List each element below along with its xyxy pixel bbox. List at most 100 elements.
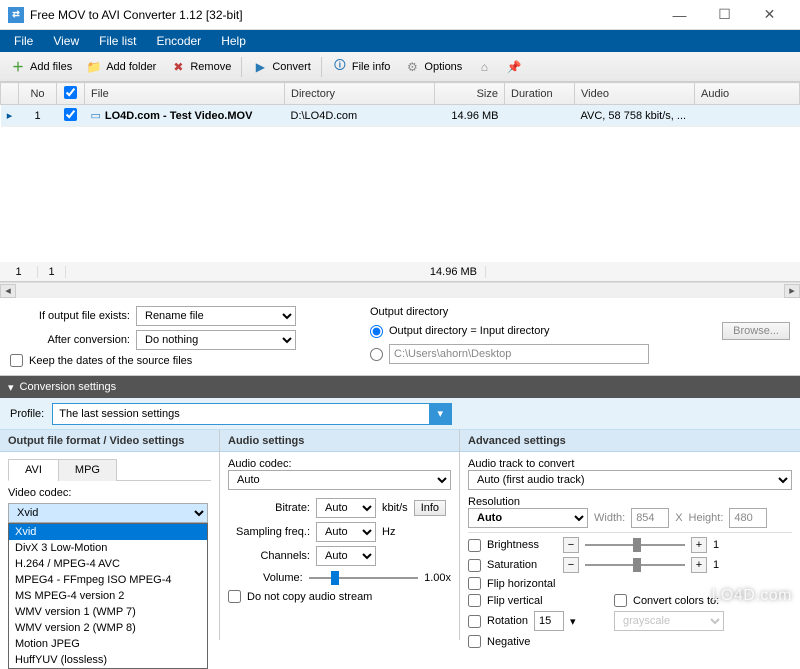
saturation-label: Saturation xyxy=(487,559,557,571)
profile-select[interactable]: The last session settings ▾ xyxy=(52,403,452,425)
brightness-checkbox[interactable] xyxy=(468,539,481,552)
remove-button[interactable]: ✖Remove xyxy=(164,56,237,78)
conversion-settings-label: Conversion settings xyxy=(20,381,117,393)
file-icon: ▭ xyxy=(91,110,101,122)
menu-view[interactable]: View xyxy=(43,31,89,51)
menu-encoder[interactable]: Encoder xyxy=(146,31,211,51)
scroll-left-icon[interactable]: ◂ xyxy=(0,284,16,298)
col-check[interactable] xyxy=(57,83,85,105)
codec-option[interactable]: Xvid xyxy=(9,524,207,540)
resolution-select[interactable]: Auto xyxy=(468,508,588,528)
col-file[interactable]: File xyxy=(85,83,285,105)
saturation-slider[interactable] xyxy=(585,557,685,573)
maximize-button[interactable]: ☐ xyxy=(702,1,747,29)
conversion-settings-header[interactable]: ▾ Conversion settings xyxy=(0,376,800,398)
volume-label: Volume: xyxy=(228,572,303,584)
add-files-button[interactable]: ＋Add files xyxy=(4,56,78,78)
flip-v-label: Flip vertical xyxy=(487,595,543,607)
menu-file[interactable]: File xyxy=(4,31,43,51)
row-checkbox[interactable] xyxy=(64,108,77,121)
add-folder-button[interactable]: 📁Add folder xyxy=(80,56,162,78)
row-size: 14.96 MB xyxy=(435,105,505,127)
outdir-same-radio[interactable] xyxy=(370,325,383,338)
codec-option[interactable]: WMV version 1 (WMP 7) xyxy=(9,604,207,620)
keep-dates-checkbox[interactable] xyxy=(10,354,23,367)
if-exists-select[interactable]: Rename file xyxy=(136,306,296,326)
negative-checkbox[interactable] xyxy=(468,635,481,648)
minus-button[interactable]: − xyxy=(563,557,579,573)
plus-button[interactable]: + xyxy=(691,537,707,553)
col-directory[interactable]: Directory xyxy=(285,83,435,105)
tab-mpg[interactable]: MPG xyxy=(58,459,117,481)
outdir-custom-input[interactable] xyxy=(389,344,649,364)
add-folder-label: Add folder xyxy=(106,61,156,73)
minimize-button[interactable]: — xyxy=(657,1,702,29)
minus-button[interactable]: − xyxy=(563,537,579,553)
browse-button[interactable]: Browse... xyxy=(722,322,790,340)
info-button[interactable]: Info xyxy=(414,500,446,516)
rotation-checkbox[interactable] xyxy=(468,615,481,628)
col-video[interactable]: Video xyxy=(575,83,695,105)
no-audio-label: Do not copy audio stream xyxy=(247,591,372,603)
convert-label: Convert xyxy=(272,61,311,73)
col-duration[interactable]: Duration xyxy=(505,83,575,105)
codec-option[interactable]: HuffYUV (lossless) xyxy=(9,652,207,668)
bitrate-select[interactable]: Auto xyxy=(316,498,376,518)
scroll-right-icon[interactable]: ▸ xyxy=(784,284,800,298)
after-conv-select[interactable]: Do nothing xyxy=(136,330,296,350)
audio-codec-select[interactable]: Auto xyxy=(228,470,451,490)
sampling-unit: Hz xyxy=(382,526,395,538)
pin-icon: 📌 xyxy=(506,59,522,75)
col-marker[interactable] xyxy=(1,83,19,105)
convert-colors-checkbox[interactable] xyxy=(614,594,627,607)
codec-option[interactable]: MS MPEG-4 version 2 xyxy=(9,588,207,604)
col-size[interactable]: Size xyxy=(435,83,505,105)
col-audio[interactable]: Audio xyxy=(695,83,800,105)
outdir-custom-radio[interactable] xyxy=(370,348,383,361)
video-codec-select[interactable]: Xvid xyxy=(8,503,208,523)
brightness-slider[interactable] xyxy=(585,537,685,553)
row-duration xyxy=(505,105,575,127)
menu-help[interactable]: Help xyxy=(211,31,256,51)
audio-track-select[interactable]: Auto (first audio track) xyxy=(468,470,792,490)
volume-slider[interactable] xyxy=(309,570,418,586)
rotation-label: Rotation xyxy=(487,615,528,627)
flip-h-checkbox[interactable] xyxy=(468,577,481,590)
codec-option[interactable]: H.264 / MPEG-4 AVC xyxy=(9,556,207,572)
height-input xyxy=(729,508,767,528)
codec-option[interactable]: Motion JPEG xyxy=(9,636,207,652)
horizontal-scrollbar[interactable]: ◂ ▸ xyxy=(0,282,800,298)
flip-v-checkbox[interactable] xyxy=(468,594,481,607)
outdir-same-label: Output directory = Input directory xyxy=(389,325,550,337)
toolbar: ＋Add files 📁Add folder ✖Remove ▶Convert … xyxy=(0,52,800,82)
codec-option[interactable]: MPEG4 - FFmpeg ISO MPEG-4 xyxy=(9,572,207,588)
file-table[interactable]: No File Directory Size Duration Video Au… xyxy=(0,82,800,127)
menu-filelist[interactable]: File list xyxy=(89,31,146,51)
file-info-button[interactable]: 🛈File info xyxy=(326,56,397,78)
video-codec-dropdown[interactable]: Xvid DivX 3 Low-Motion H.264 / MPEG-4 AV… xyxy=(8,523,208,669)
toolbar-separator xyxy=(241,57,242,77)
row-video: AVC, 58 758 kbit/s, ... xyxy=(575,105,695,127)
rotation-input[interactable] xyxy=(534,611,564,631)
codec-option[interactable]: WMV version 2 (WMP 8) xyxy=(9,620,207,636)
flip-h-label: Flip horizontal xyxy=(487,578,555,590)
convert-button[interactable]: ▶Convert xyxy=(246,56,317,78)
home-button[interactable]: ⌂ xyxy=(470,56,498,78)
tab-avi[interactable]: AVI xyxy=(8,459,59,481)
remove-label: Remove xyxy=(190,61,231,73)
codec-option[interactable]: DivX 3 Low-Motion xyxy=(9,540,207,556)
plus-button[interactable]: + xyxy=(691,557,707,573)
close-button[interactable]: ✕ xyxy=(747,1,792,29)
saturation-checkbox[interactable] xyxy=(468,559,481,572)
col-no[interactable]: No xyxy=(19,83,57,105)
no-audio-checkbox[interactable] xyxy=(228,590,241,603)
pin-button[interactable]: 📌 xyxy=(500,56,528,78)
sampling-select[interactable]: Auto xyxy=(316,522,376,542)
header-checkbox[interactable] xyxy=(64,86,77,99)
table-row[interactable]: ▸ 1 ▭LO4D.com - Test Video.MOV D:\LO4D.c… xyxy=(1,105,800,127)
channels-select[interactable]: Auto xyxy=(316,546,376,566)
options-button[interactable]: ⚙Options xyxy=(398,56,468,78)
profile-label: Profile: xyxy=(10,408,44,420)
sampling-label: Sampling freq.: xyxy=(228,526,310,538)
title-bar: ⇄ Free MOV to AVI Converter 1.12 [32-bit… xyxy=(0,0,800,30)
